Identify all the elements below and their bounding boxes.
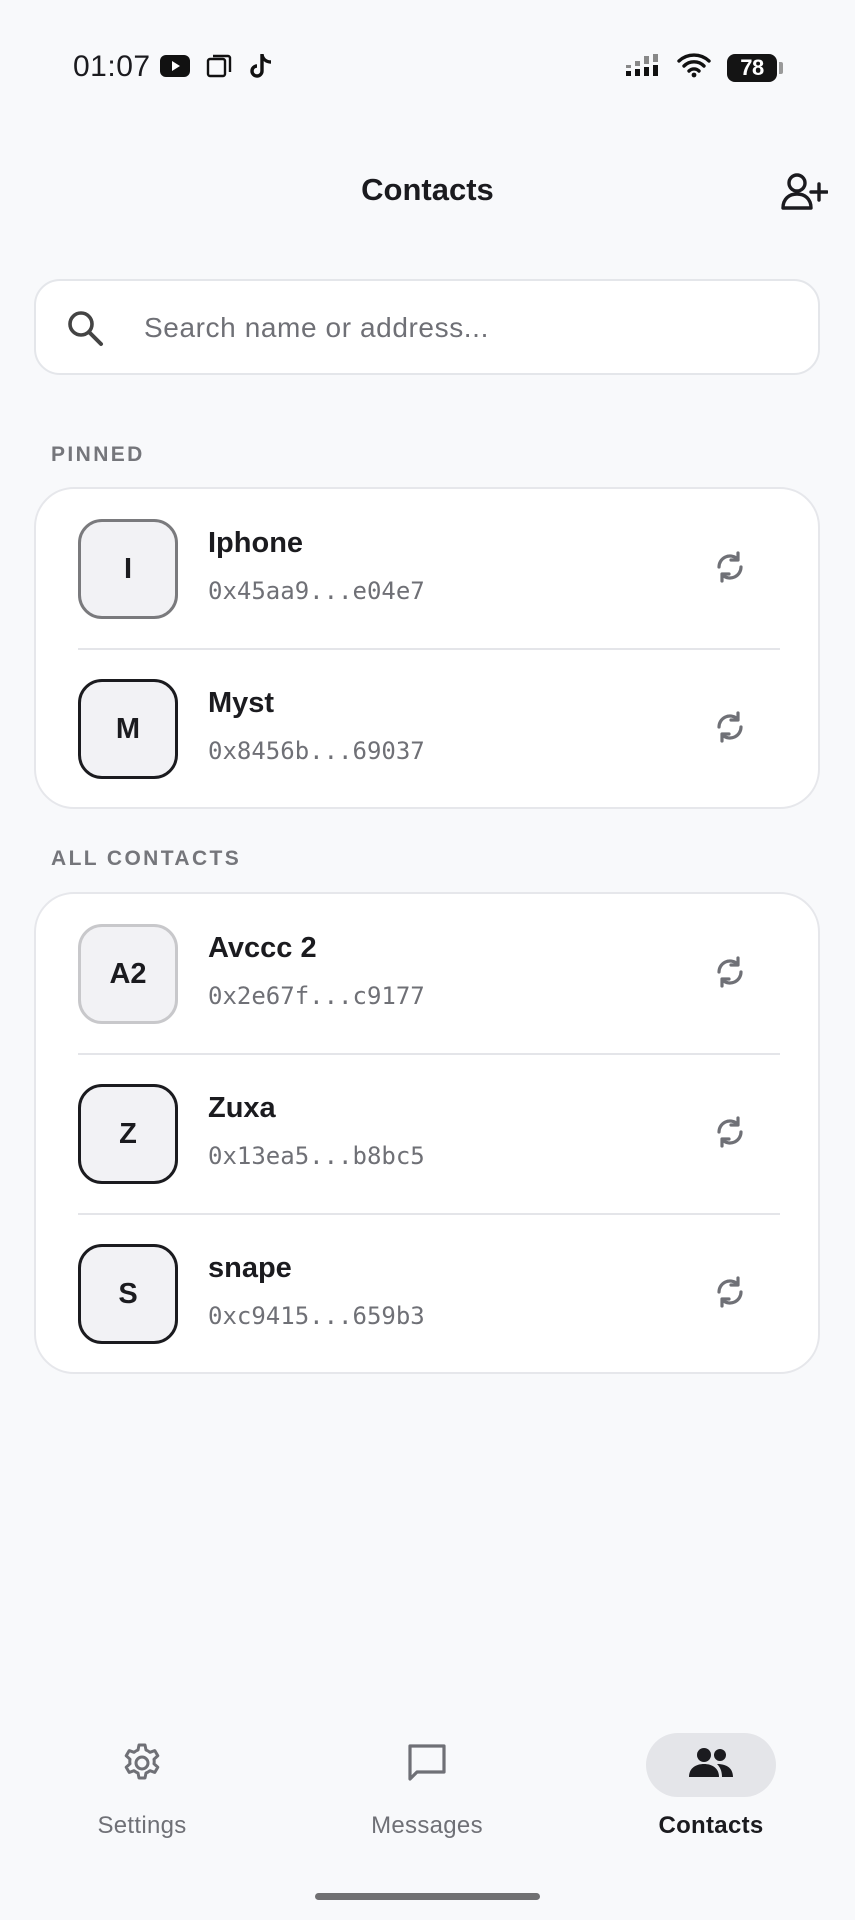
chat-bubble-icon [405, 1741, 449, 1790]
sync-icon [710, 1272, 750, 1317]
sync-button[interactable] [706, 1270, 754, 1318]
contact-row-snape[interactable]: S snape 0xc9415...659b3 [36, 1214, 818, 1374]
nav-label-messages: Messages [371, 1812, 483, 1839]
search-input[interactable] [142, 299, 796, 357]
section-label-pinned: PINNED [51, 443, 145, 466]
contact-row-avccc-2[interactable]: A2 Avccc 2 0x2e67f...c9177 [36, 894, 818, 1054]
avatar: A2 [78, 924, 178, 1024]
nav-label-contacts: Contacts [658, 1812, 764, 1839]
section-label-all-contacts: ALL CONTACTS [51, 847, 242, 870]
contact-address: 0x45aa9...e04e7 [208, 577, 425, 605]
contact-name: snape [208, 1252, 292, 1284]
avatar: Z [78, 1084, 178, 1184]
battery-level: 78 [727, 53, 777, 82]
page-title: Contacts [361, 172, 494, 207]
sync-button[interactable] [706, 545, 754, 593]
contact-address: 0x13ea5...b8bc5 [208, 1142, 425, 1170]
sync-icon [710, 707, 750, 752]
avatar: I [78, 519, 178, 619]
nav-label-settings: Settings [97, 1812, 187, 1839]
youtube-icon [160, 55, 190, 82]
battery-tip [779, 61, 783, 74]
pinned-contacts-card: I Iphone 0x45aa9...e04e7 M Myst 0x8456b.… [34, 487, 820, 809]
sync-icon [710, 1112, 750, 1157]
add-contact-button[interactable] [776, 170, 832, 218]
status-app-icons [160, 52, 274, 85]
status-time: 01:07 [73, 50, 151, 83]
contact-name: Myst [208, 687, 275, 719]
sync-icon [710, 952, 750, 997]
contact-address: 0x8456b...69037 [208, 737, 425, 765]
battery-indicator: 78 [727, 53, 783, 82]
contact-row-iphone[interactable]: I Iphone 0x45aa9...e04e7 [36, 489, 818, 649]
avatar: M [78, 679, 178, 779]
add-person-icon [780, 172, 829, 217]
contact-row-myst[interactable]: M Myst 0x8456b...69037 [36, 649, 818, 809]
sync-button[interactable] [706, 1110, 754, 1158]
nav-icon-container [77, 1733, 207, 1797]
contact-name: Zuxa [208, 1092, 276, 1124]
contact-name: Iphone [208, 527, 304, 559]
wifi-icon [677, 52, 711, 83]
sync-button[interactable] [706, 705, 754, 753]
tiktok-icon [248, 52, 274, 85]
contact-name: Avccc 2 [208, 932, 317, 964]
search-icon [64, 307, 108, 351]
nav-messages[interactable]: Messages [327, 1720, 527, 1850]
signal-icon [625, 53, 661, 82]
avatar: S [78, 1244, 178, 1344]
search-box[interactable] [34, 279, 820, 375]
nav-icon-container-active [646, 1733, 776, 1797]
sync-button[interactable] [706, 950, 754, 998]
contact-row-zuxa[interactable]: Z Zuxa 0x13ea5...b8bc5 [36, 1054, 818, 1214]
nav-settings[interactable]: Settings [42, 1720, 242, 1850]
home-indicator[interactable] [315, 1893, 540, 1900]
bottom-nav: Settings Messages Contacts [0, 1720, 855, 1870]
status-bar: 01:07 78 [0, 0, 855, 140]
nav-icon-container [362, 1733, 492, 1797]
contact-address: 0x2e67f...c9177 [208, 982, 425, 1010]
people-icon [687, 1745, 735, 1786]
gear-icon [120, 1741, 164, 1790]
contact-address: 0xc9415...659b3 [208, 1302, 425, 1330]
copy-icon [206, 53, 232, 84]
status-indicators: 78 [625, 52, 783, 83]
nav-contacts[interactable]: Contacts [611, 1720, 811, 1850]
all-contacts-card: A2 Avccc 2 0x2e67f...c9177 Z Zuxa 0x13ea… [34, 892, 820, 1374]
sync-icon [710, 547, 750, 592]
